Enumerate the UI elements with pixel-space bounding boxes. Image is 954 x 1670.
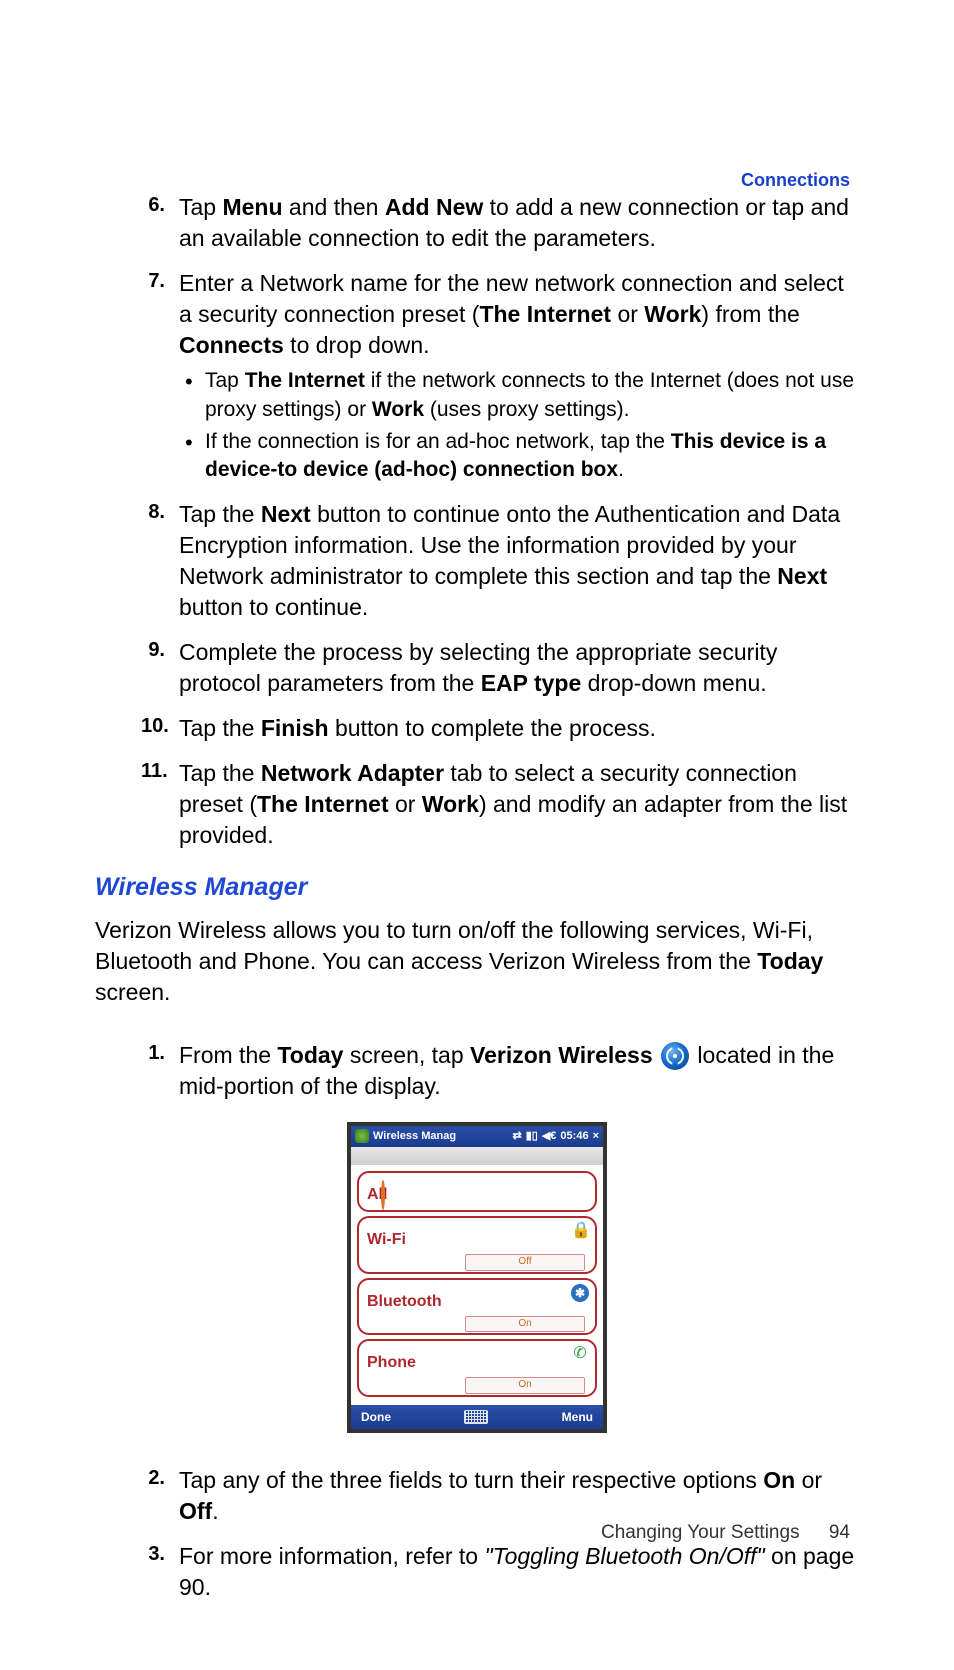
list-item: 6. Tap Menu and then Add New to add a new… [141, 192, 859, 254]
row-bluetooth-state: On [465, 1316, 585, 1333]
menu-button[interactable]: Menu [562, 1409, 593, 1425]
step-number: 10. [141, 713, 165, 740]
step-text: From the Today screen, tap Verizon Wirel… [179, 1042, 834, 1099]
row-wifi[interactable]: Wi-Fi 🔒 Off [357, 1216, 597, 1274]
step-number: 1. [141, 1040, 165, 1067]
list-item: 1. From the Today screen, tap Verizon Wir… [141, 1040, 859, 1102]
step-text: Tap the Next button to continue onto the… [179, 501, 840, 620]
row-bluetooth[interactable]: Bluetooth ✱ On [357, 1278, 597, 1336]
step-number: 7. [141, 268, 165, 295]
intro-paragraph: Verizon Wireless allows you to turn on/o… [95, 915, 859, 1008]
section-heading-wireless-manager: Wireless Manager [95, 871, 859, 905]
done-button[interactable]: Done [361, 1409, 391, 1425]
step-text: Tap any of the three fields to turn thei… [179, 1467, 822, 1524]
row-bluetooth-label: Bluetooth [367, 1293, 442, 1310]
sub-bullet: Tap The Internet if the network connects… [179, 367, 859, 424]
keyboard-icon[interactable] [464, 1410, 488, 1424]
wireless-manager-screenshot: Wireless Manag ⇄ ▮▯ ◀€ 05:46 × All Wi-Fi… [347, 1122, 607, 1433]
clock-label: 05:46 [560, 1129, 588, 1144]
list-item: 3. For more information, refer to "Toggli… [141, 1541, 859, 1603]
list-item: 9. Complete the process by selecting the … [141, 637, 859, 699]
row-phone-label: Phone [367, 1354, 416, 1371]
sync-icon: ⇄ [513, 1129, 522, 1144]
ordered-steps-middle: 1. From the Today screen, tap Verizon Wir… [141, 1040, 859, 1102]
device-toolbar-strip [351, 1147, 603, 1165]
status-icons: ⇄ ▮▯ ◀€ 05:46 [513, 1129, 589, 1144]
step-text: Complete the process by selecting the ap… [179, 639, 777, 696]
device-title: Wireless Manag [373, 1129, 509, 1144]
wifi-icon: 🔒 [571, 1222, 589, 1240]
step-text: For more information, refer to "Toggling… [179, 1543, 854, 1600]
footer-page-number: 94 [829, 1522, 850, 1543]
row-phone[interactable]: Phone ✆ On [357, 1339, 597, 1397]
step-number: 2. [141, 1465, 165, 1492]
volume-icon: ◀€ [542, 1129, 557, 1144]
ordered-steps-top: 6. Tap Menu and then Add New to add a new… [141, 192, 859, 851]
row-wifi-label: Wi-Fi [367, 1231, 406, 1248]
bluetooth-icon: ✱ [571, 1284, 589, 1302]
footer-chapter: Changing Your Settings [601, 1522, 800, 1543]
power-icon [381, 1180, 385, 1210]
step-number: 6. [141, 192, 165, 219]
list-item: 8. Tap the Next button to continue onto t… [141, 499, 859, 623]
page-footer: Changing Your Settings 94 [601, 1520, 850, 1546]
row-wifi-state: Off [465, 1254, 585, 1271]
signal-icon: ▮▯ [526, 1129, 538, 1144]
step-text: Tap the Finish button to complete the pr… [179, 715, 656, 741]
step-number: 3. [141, 1541, 165, 1568]
phone-icon: ✆ [571, 1345, 589, 1363]
list-item: 11. Tap the Network Adapter tab to select… [141, 758, 859, 851]
device-bottombar: Done Menu [351, 1405, 603, 1429]
verizon-wireless-icon [661, 1042, 689, 1070]
row-phone-state: On [465, 1377, 585, 1394]
step-number: 11. [141, 758, 165, 785]
list-item: 2. Tap any of the three fields to turn th… [141, 1465, 859, 1527]
list-item: 10. Tap the Finish button to complete the… [141, 713, 859, 744]
sub-bullets: Tap The Internet if the network connects… [179, 367, 859, 484]
list-item: 7. Enter a Network name for the new netwo… [141, 268, 859, 485]
step-number: 9. [141, 637, 165, 664]
step-text: Tap Menu and then Add New to add a new c… [179, 194, 849, 251]
step-text: Tap the Network Adapter tab to select a … [179, 760, 847, 848]
step-text: Enter a Network name for the new network… [179, 270, 844, 358]
chapter-header: Connections [741, 168, 850, 192]
device-titlebar: Wireless Manag ⇄ ▮▯ ◀€ 05:46 × [351, 1126, 603, 1147]
step-number: 8. [141, 499, 165, 526]
start-icon[interactable] [355, 1129, 369, 1143]
sub-bullet: If the connection is for an ad-hoc netwo… [179, 428, 859, 485]
row-all[interactable]: All [357, 1171, 597, 1212]
close-icon[interactable]: × [593, 1129, 599, 1144]
